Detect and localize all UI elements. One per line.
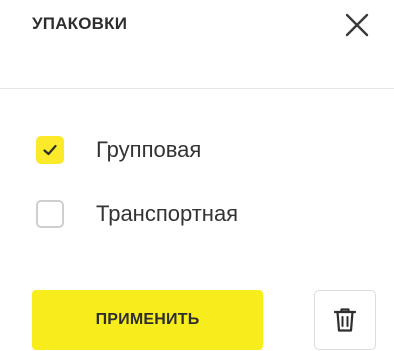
close-icon (345, 13, 369, 37)
option-group-packaging[interactable]: Групповая (36, 134, 201, 166)
option-label-transport-packaging: Транспортная (96, 201, 239, 226)
checkmark-icon (43, 144, 57, 156)
trash-icon (333, 308, 357, 332)
panel-title: УПАКОВКИ (32, 14, 128, 33)
apply-button[interactable]: ПРИМЕНИТЬ (32, 290, 263, 350)
option-transport-packaging[interactable]: Транспортная (36, 198, 238, 230)
option-label-group-packaging: Групповая (96, 137, 202, 162)
packaging-filter-panel: УПАКОВКИ Групповая Транспортная ПРИМЕНИТ… (0, 0, 394, 351)
checkbox-group-packaging[interactable] (36, 136, 64, 164)
checkbox-transport-packaging[interactable] (36, 200, 64, 228)
delete-button[interactable] (314, 290, 376, 350)
header-divider (0, 88, 394, 89)
panel-header: УПАКОВКИ (0, 0, 394, 88)
close-button[interactable] (340, 8, 374, 42)
